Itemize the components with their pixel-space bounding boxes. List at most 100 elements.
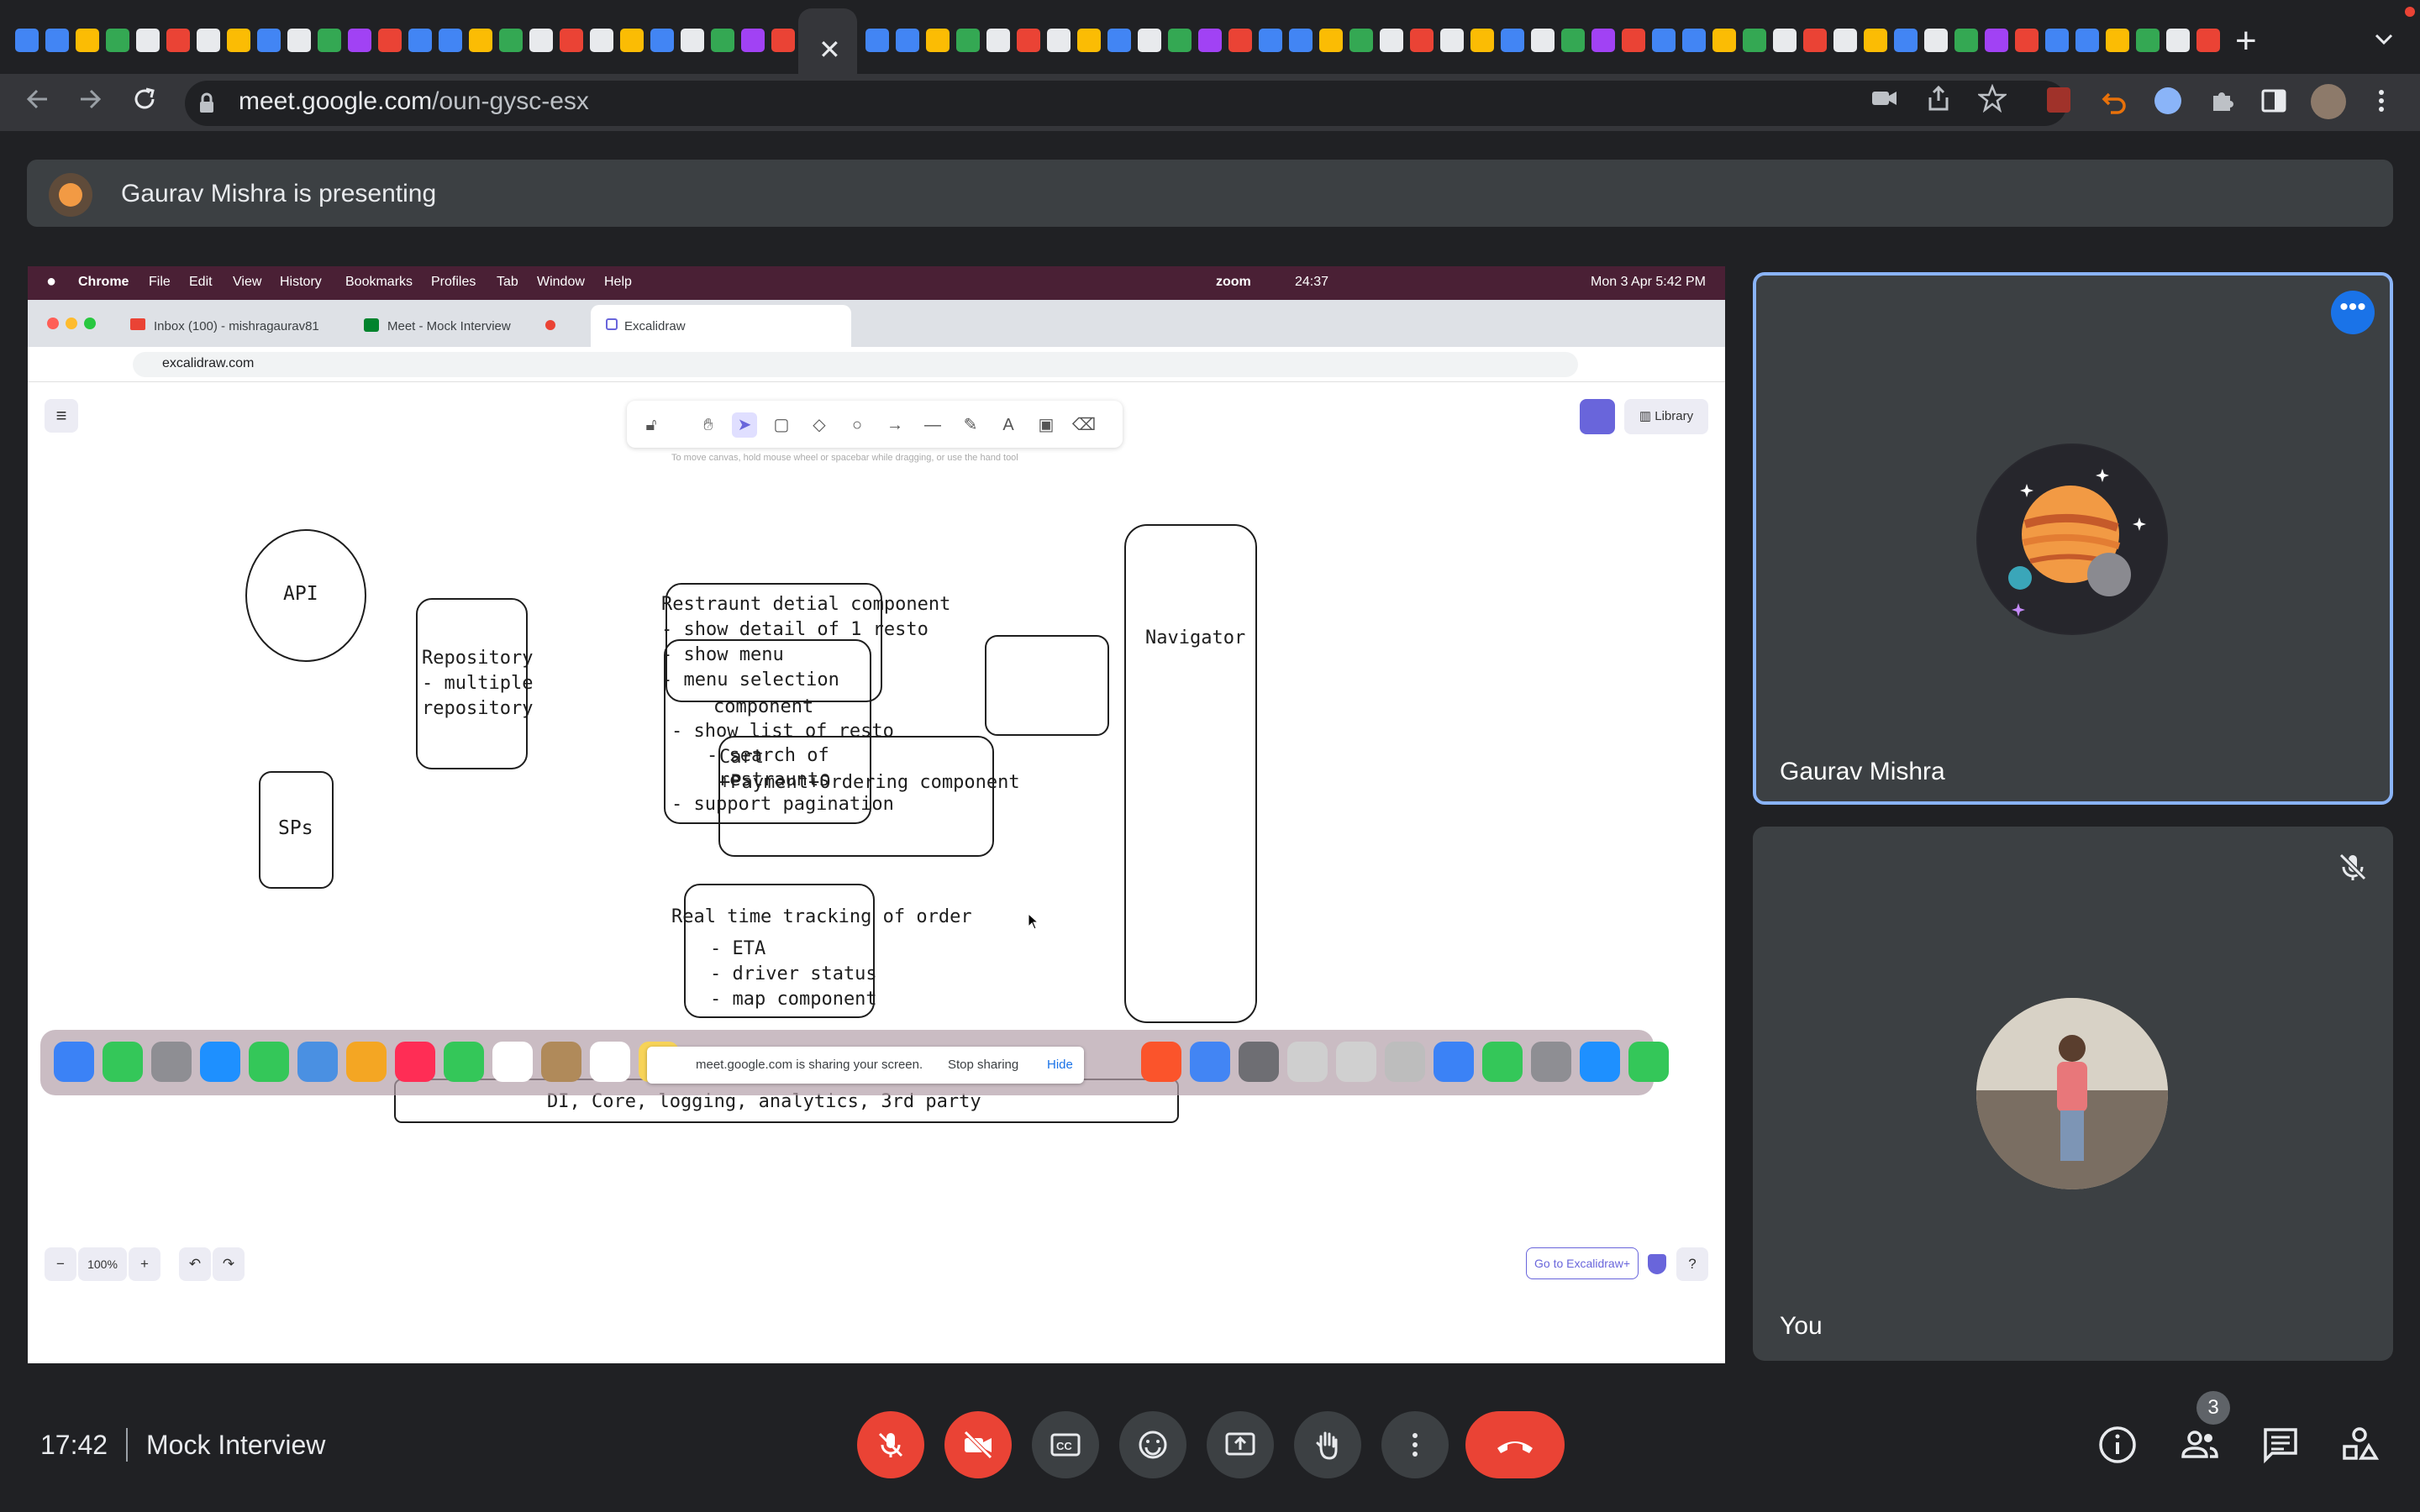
pinned-tab-favicon-icon[interactable]: [1470, 29, 1494, 52]
pinned-tab-favicon-icon[interactable]: [1954, 29, 1978, 52]
pinned-tab-favicon-icon[interactable]: [529, 29, 553, 52]
pinned-tab-favicon-icon[interactable]: [2045, 29, 2069, 52]
pinned-tab-favicon-icon[interactable]: [1198, 29, 1222, 52]
pinned-tab-favicon-icon[interactable]: [711, 29, 734, 52]
pinned-tab-favicon-icon[interactable]: [1743, 29, 1766, 52]
forward-icon[interactable]: [76, 84, 106, 122]
back-icon[interactable]: [22, 84, 52, 122]
lock-icon[interactable]: [198, 92, 215, 114]
pinned-tab-favicon-icon[interactable]: [1652, 29, 1676, 52]
pinned-tab-favicon-icon[interactable]: [1440, 29, 1464, 52]
extensions-puzzle-icon[interactable]: [2208, 87, 2235, 114]
tab-search-icon[interactable]: [2371, 27, 2396, 52]
pinned-tab-favicon-icon[interactable]: [106, 29, 129, 52]
pinned-tab-favicon-icon[interactable]: [227, 29, 250, 52]
pinned-tab-favicon-icon[interactable]: [197, 29, 220, 52]
pinned-tab-favicon-icon[interactable]: [1501, 29, 1524, 52]
leave-call-button[interactable]: [1465, 1411, 1565, 1478]
pinned-tab-favicon-icon[interactable]: [2106, 29, 2129, 52]
pinned-tab-favicon-icon[interactable]: [1591, 29, 1615, 52]
pinned-tab-favicon-icon[interactable]: [1561, 29, 1585, 52]
pinned-tab-favicon-icon[interactable]: [926, 29, 950, 52]
pinned-tab-favicon-icon[interactable]: [1289, 29, 1313, 52]
chat-icon[interactable]: [2259, 1423, 2302, 1467]
profile-avatar[interactable]: [2311, 84, 2346, 119]
pinned-tab-favicon-icon[interactable]: [560, 29, 583, 52]
captions-button[interactable]: CC: [1032, 1411, 1099, 1478]
pinned-tab-favicon-icon[interactable]: [15, 29, 39, 52]
pinned-tab-favicon-icon[interactable]: [956, 29, 980, 52]
bookmark-star-icon[interactable]: [1976, 83, 2008, 120]
pinned-tab-favicon-icon[interactable]: [2075, 29, 2099, 52]
side-panel-icon[interactable]: [2260, 87, 2287, 114]
extension-icon-1[interactable]: [2047, 87, 2070, 113]
pinned-tab-favicon-icon[interactable]: [1107, 29, 1131, 52]
mic-toggle-button[interactable]: [857, 1411, 924, 1478]
pinned-tab-favicon-icon[interactable]: [1319, 29, 1343, 52]
extension-icon-2[interactable]: [2154, 87, 2181, 114]
more-options-icon[interactable]: •••: [2331, 291, 2375, 334]
pinned-tab-favicon-icon[interactable]: [1380, 29, 1403, 52]
browser-menu-icon[interactable]: [2375, 87, 2388, 114]
activities-icon[interactable]: [2338, 1423, 2381, 1467]
pinned-tab-favicon-icon[interactable]: [1047, 29, 1071, 52]
emoji-reaction-button[interactable]: [1119, 1411, 1186, 1478]
pinned-tab-favicon-icon[interactable]: [2136, 29, 2160, 52]
pinned-tab-favicon-icon[interactable]: [257, 29, 281, 52]
pinned-tab-favicon-icon[interactable]: [1077, 29, 1101, 52]
pinned-tab-favicon-icon[interactable]: [348, 29, 371, 52]
pinned-tab-favicon-icon[interactable]: [681, 29, 704, 52]
pinned-tab-favicon-icon[interactable]: [986, 29, 1010, 52]
pinned-tab-favicon-icon[interactable]: [590, 29, 613, 52]
pinned-tab-favicon-icon[interactable]: [469, 29, 492, 52]
undo-extension-icon[interactable]: [2101, 87, 2128, 114]
pinned-tab-favicon-icon[interactable]: [45, 29, 69, 52]
present-screen-button[interactable]: [1207, 1411, 1274, 1478]
url-text[interactable]: meet.google.com/oun-gysc-esx: [239, 87, 589, 116]
pinned-tab-favicon-icon[interactable]: [1228, 29, 1252, 52]
pinned-tab-favicon-icon[interactable]: [1833, 29, 1857, 52]
pinned-tab-favicon-icon[interactable]: [896, 29, 919, 52]
pinned-tab-favicon-icon[interactable]: [1773, 29, 1797, 52]
active-tab[interactable]: ✕: [798, 8, 857, 84]
pinned-tab-favicon-icon[interactable]: [1682, 29, 1706, 52]
pinned-tab-favicon-icon[interactable]: [741, 29, 765, 52]
pinned-tab-favicon-icon[interactable]: [1531, 29, 1555, 52]
pinned-tab-favicon-icon[interactable]: [2015, 29, 2039, 52]
pinned-tab-favicon-icon[interactable]: [439, 29, 462, 52]
pinned-tab-favicon-icon[interactable]: [318, 29, 341, 52]
pinned-tab-favicon-icon[interactable]: [771, 29, 795, 52]
pinned-tab-favicon-icon[interactable]: [1622, 29, 1645, 52]
pinned-tab-favicon-icon[interactable]: [1803, 29, 1827, 52]
pinned-tab-favicon-icon[interactable]: [1017, 29, 1040, 52]
pinned-tab-favicon-icon[interactable]: [1712, 29, 1736, 52]
pinned-tab-favicon-icon[interactable]: [1985, 29, 2008, 52]
pinned-tab-favicon-icon[interactable]: [287, 29, 311, 52]
pinned-tab-favicon-icon[interactable]: [1864, 29, 1887, 52]
pinned-tab-favicon-icon[interactable]: [1894, 29, 1918, 52]
pinned-tab-favicon-icon[interactable]: [865, 29, 889, 52]
pinned-tab-favicon-icon[interactable]: [1349, 29, 1373, 52]
pinned-tab-favicon-icon[interactable]: [1924, 29, 1948, 52]
pinned-tab-favicon-icon[interactable]: [378, 29, 402, 52]
pinned-tab-favicon-icon[interactable]: [1138, 29, 1161, 52]
pinned-tab-favicon-icon[interactable]: [1168, 29, 1192, 52]
pinned-tab-favicon-icon[interactable]: [620, 29, 644, 52]
people-icon[interactable]: [2178, 1423, 2222, 1467]
raise-hand-button[interactable]: [1294, 1411, 1361, 1478]
pinned-tab-favicon-icon[interactable]: [650, 29, 674, 52]
pinned-tab-favicon-icon[interactable]: [2166, 29, 2190, 52]
more-options-button[interactable]: [1381, 1411, 1449, 1478]
pinned-tab-favicon-icon[interactable]: [1259, 29, 1282, 52]
pinned-tab-favicon-icon[interactable]: [1410, 29, 1434, 52]
pinned-tab-favicon-icon[interactable]: [136, 29, 160, 52]
pinned-tab-favicon-icon[interactable]: [499, 29, 523, 52]
reload-icon[interactable]: [129, 84, 160, 122]
new-tab-button[interactable]: +: [2235, 20, 2257, 62]
share-page-icon[interactable]: [1924, 84, 1953, 120]
pinned-tab-favicon-icon[interactable]: [166, 29, 190, 52]
camera-blocked-icon[interactable]: [1870, 84, 1899, 120]
pinned-tab-favicon-icon[interactable]: [2196, 29, 2220, 52]
close-tab-icon[interactable]: ✕: [818, 34, 841, 66]
pinned-tab-favicon-icon[interactable]: [76, 29, 99, 52]
